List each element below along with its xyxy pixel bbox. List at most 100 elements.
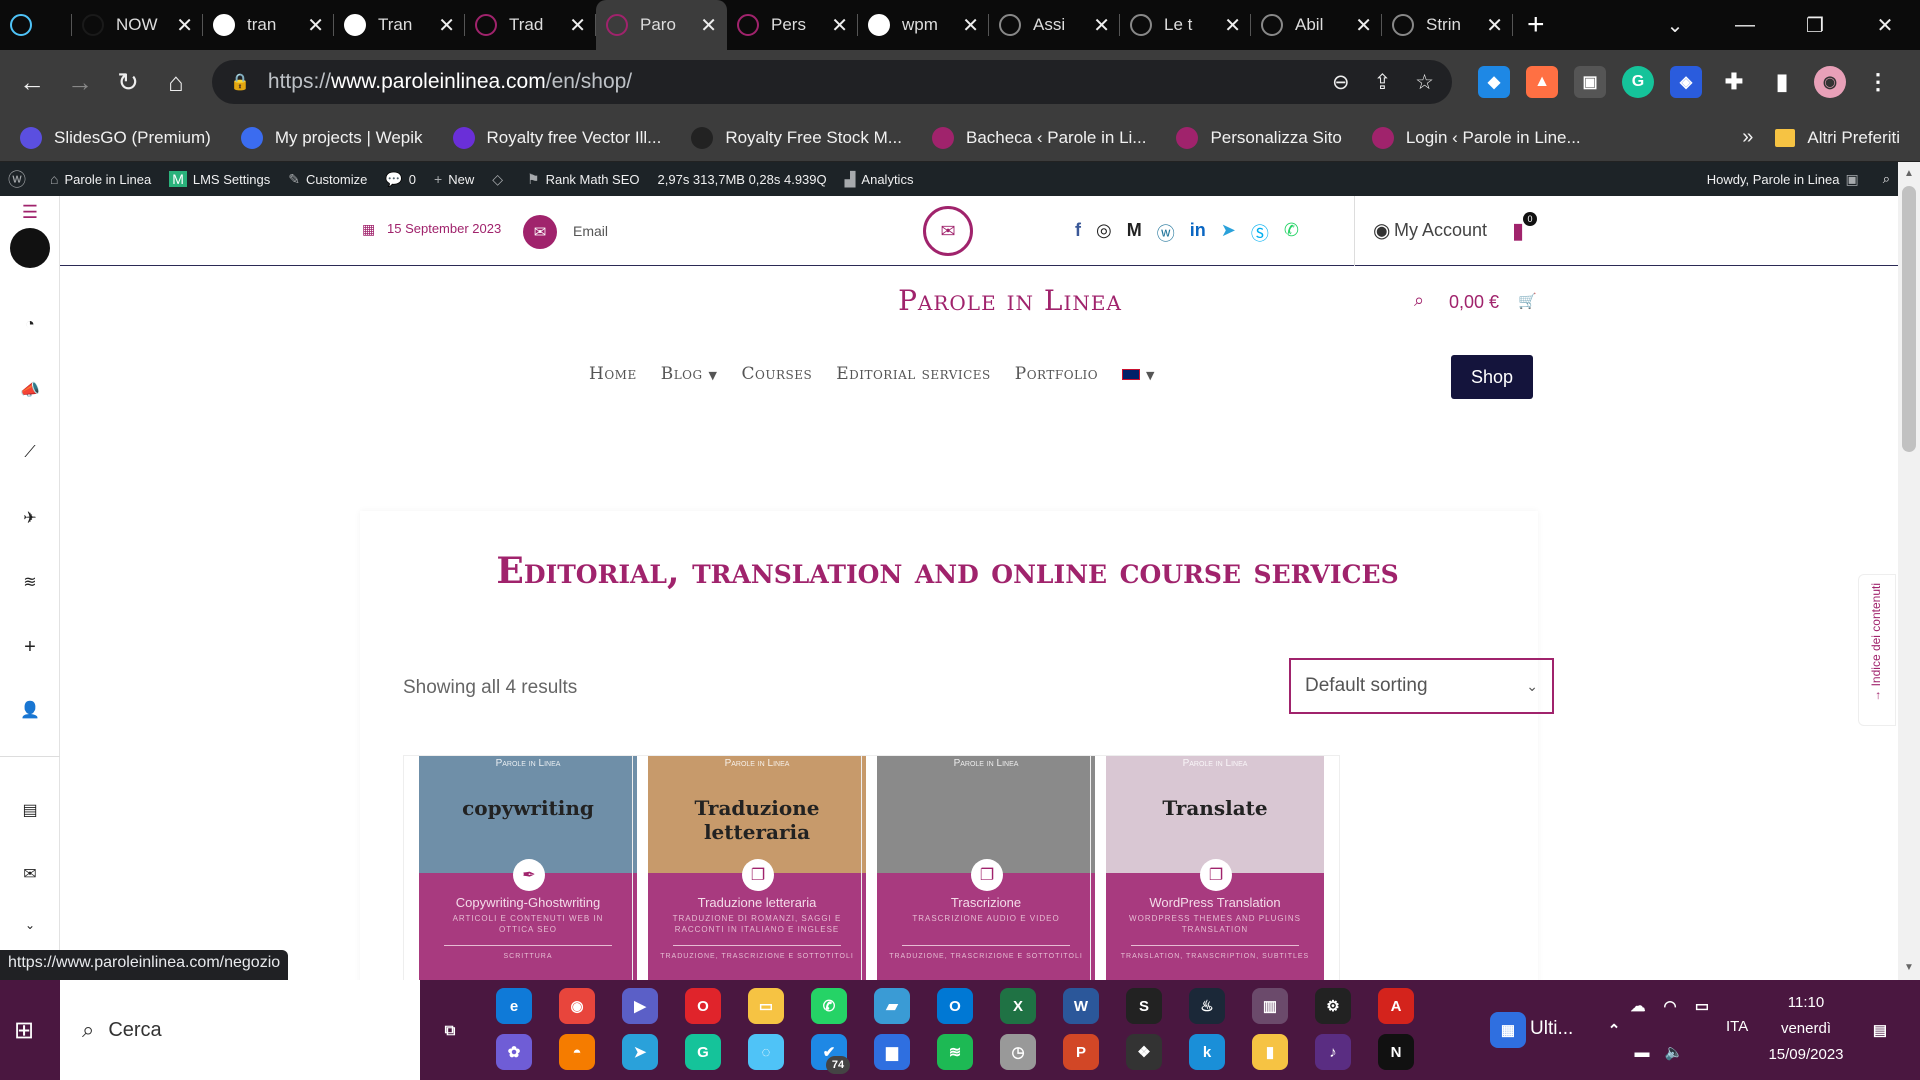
sidebar-menu-icon[interactable]: ☰: [0, 202, 60, 223]
adminbar-search-icon[interactable]: ⌕: [1883, 171, 1890, 187]
home-button[interactable]: ⌂: [152, 67, 200, 98]
browser-tab[interactable]: Le t ✕: [1120, 0, 1251, 50]
browser-tab[interactable]: Tran ✕: [334, 0, 465, 50]
browser-tab[interactable]: wpm ✕: [858, 0, 989, 50]
language-indicator[interactable]: ITA: [1726, 1018, 1748, 1035]
adminbar-analytics[interactable]: ▟ Analytics: [845, 171, 914, 188]
clock[interactable]: 11:10 venerdì 15/09/2023: [1746, 990, 1866, 1068]
product-title[interactable]: Copywriting-Ghostwriting: [419, 895, 637, 910]
rocket-icon[interactable]: ✈: [0, 508, 60, 528]
adminbar-rankmath[interactable]: ⚑ Rank Math SEO: [527, 171, 640, 188]
sidebar-avatar[interactable]: [0, 228, 60, 273]
page-scrollbar[interactable]: ▲ ▼: [1898, 162, 1920, 980]
outlook-icon[interactable]: O: [937, 988, 973, 1024]
powerpoint-icon[interactable]: P: [1063, 1034, 1099, 1070]
adminbar-new[interactable]: + New: [434, 171, 474, 187]
shop-button[interactable]: Shop: [1451, 355, 1533, 399]
account-icon[interactable]: ◉: [1373, 218, 1390, 243]
bookmark-item[interactable]: Personalizza Sito: [1176, 126, 1342, 149]
reader-icon[interactable]: ▥: [1252, 988, 1288, 1024]
bookmark-star-icon[interactable]: ☆: [1415, 70, 1434, 95]
megaphone-icon[interactable]: 📣: [0, 380, 60, 400]
topbar-email-link[interactable]: Email: [573, 223, 608, 239]
gem-extension-icon[interactable]: ◆: [1478, 66, 1510, 98]
forward-button[interactable]: →: [56, 67, 104, 98]
menu-home[interactable]: Home: [589, 364, 637, 384]
close-tab-icon[interactable]: ✕: [1355, 13, 1372, 38]
task-view-icon[interactable]: ⧉: [432, 1012, 468, 1048]
back-button[interactable]: ←: [8, 67, 56, 98]
bookmark-item[interactable]: SlidesGO (Premium): [20, 126, 211, 149]
widgets-label[interactable]: Ulti...: [1530, 1018, 1573, 1040]
chevron-down-icon[interactable]: ⌄: [0, 918, 60, 932]
store-icon[interactable]: ▆: [874, 1034, 910, 1070]
wordpress-icon[interactable]: ⓦ: [1157, 220, 1175, 246]
notes-icon[interactable]: ▰: [874, 988, 910, 1024]
side-panel-icon[interactable]: ▮: [1766, 66, 1798, 98]
adminbar-query-stats[interactable]: 2,97s 313,7MB 0,28s 4.939Q: [658, 172, 827, 187]
bookmark-item[interactable]: Login ‹ Parole in Line...: [1371, 126, 1581, 149]
telegram-icon[interactable]: ➤: [1221, 220, 1236, 246]
code-extension-icon[interactable]: ◈: [1670, 66, 1702, 98]
amazon-music-icon[interactable]: ♪: [1315, 1034, 1351, 1070]
wp-logo-icon[interactable]: ⓦ: [8, 166, 32, 192]
book-icon[interactable]: ▤: [0, 800, 60, 820]
minimize-button[interactable]: —: [1710, 14, 1780, 37]
excel-icon[interactable]: X: [1000, 988, 1036, 1024]
adminbar-diamond[interactable]: ◇: [492, 171, 509, 188]
close-tab-icon[interactable]: ✕: [1486, 13, 1503, 38]
widgets-icon[interactable]: ▦: [1490, 1012, 1526, 1048]
share-icon[interactable]: ⇪: [1374, 70, 1392, 95]
product-title[interactable]: WordPress Translation: [1106, 895, 1324, 910]
paint-icon[interactable]: ✿: [496, 1034, 532, 1070]
close-tab-icon[interactable]: ✕: [1224, 13, 1241, 38]
browser-tab[interactable]: Pers ✕: [727, 0, 858, 50]
menu-editorial-services[interactable]: Editorial services: [836, 364, 991, 384]
adminbar-lms[interactable]: M LMS Settings: [169, 171, 270, 187]
whatsapp-icon[interactable]: ✆: [1284, 220, 1299, 246]
word-icon[interactable]: W: [1063, 988, 1099, 1024]
fox-extension-icon[interactable]: ▲: [1526, 66, 1558, 98]
product-image[interactable]: Parole in Linea copywriting: [419, 756, 637, 873]
my-account-link[interactable]: My Account: [1394, 220, 1487, 241]
lock-icon[interactable]: 🔒: [230, 72, 250, 92]
grammarly-icon[interactable]: G: [685, 1034, 721, 1070]
new-tab-button[interactable]: +: [1527, 8, 1545, 42]
browser-tab[interactable]: Assi ✕: [989, 0, 1120, 50]
windows-start-icon[interactable]: ⊞: [14, 1016, 34, 1045]
bookmark-item[interactable]: My projects | Wepik: [240, 126, 423, 149]
search-icon[interactable]: ⌕: [1414, 290, 1424, 311]
browser-tab[interactable]: Trad ✕: [465, 0, 596, 50]
window-extension-icon[interactable]: ▣: [1574, 66, 1606, 98]
site-title[interactable]: Parole in Linea: [820, 284, 1200, 317]
adminbar-howdy[interactable]: Howdy, Parole in Linea ▣: [1707, 171, 1865, 188]
adminbar-customize[interactable]: ✎ Customize: [288, 171, 367, 188]
chrome-icon[interactable]: ◉: [559, 988, 595, 1024]
menu-courses[interactable]: Courses: [741, 364, 812, 384]
close-tab-icon[interactable]: ✕: [831, 13, 848, 38]
scroll-up-icon[interactable]: ▲: [1904, 168, 1914, 179]
restore-button[interactable]: ❐: [1780, 13, 1850, 38]
pdf-icon[interactable]: A: [1378, 988, 1414, 1024]
davinci-icon[interactable]: ❖: [1126, 1034, 1162, 1070]
copilot-icon[interactable]: ▶: [622, 988, 658, 1024]
close-tab-icon[interactable]: ✕: [569, 13, 586, 38]
chart-line-icon[interactable]: ⟋: [0, 444, 60, 462]
app-icon[interactable]: ◓: [559, 1034, 595, 1070]
product-image[interactable]: Parole in Linea Translate: [1106, 756, 1324, 873]
sorting-select[interactable]: Default sorting ⌄: [1289, 658, 1554, 714]
adminbar-site[interactable]: ⌂ Parole in Linea: [50, 171, 151, 187]
grammarly-extension-icon[interactable]: G: [1622, 66, 1654, 98]
battery-icon[interactable]: ▬: [1624, 1034, 1660, 1070]
add-icon[interactable]: +: [0, 636, 60, 659]
browser-tab[interactable]: tran ✕: [203, 0, 334, 50]
clock-app-icon[interactable]: ◷: [1000, 1034, 1036, 1070]
scroll-down-icon[interactable]: ▼: [1904, 962, 1914, 973]
bookmark-icon[interactable]: ▮: [1512, 218, 1524, 244]
browser-menu-icon[interactable]: ⋮: [1862, 66, 1894, 98]
extensions-puzzle-icon[interactable]: ✚: [1718, 66, 1750, 98]
facebook-icon[interactable]: f: [1075, 220, 1081, 246]
close-tab-icon[interactable]: ✕: [700, 13, 717, 38]
product-image[interactable]: Parole in Linea: [877, 756, 1095, 873]
close-tab-icon[interactable]: ✕: [1093, 13, 1110, 38]
